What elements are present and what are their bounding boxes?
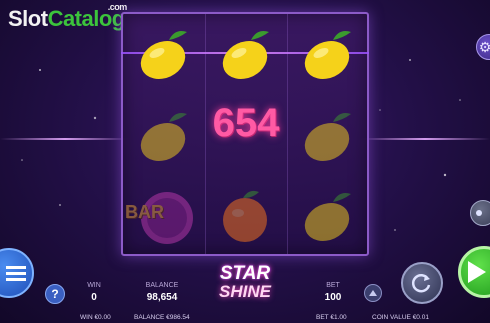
bet-label: BET <box>326 282 340 289</box>
bet-value: 100 <box>324 292 342 303</box>
lemon-icon <box>140 113 187 161</box>
lemon-icon <box>140 31 187 79</box>
lemon-icon <box>304 31 351 79</box>
question-icon: ? <box>51 287 59 301</box>
footer-win: WIN €0.00 <box>80 314 111 321</box>
gear-icon: ⚙ <box>478 38 490 55</box>
lemon-symbol <box>123 96 203 176</box>
info-button[interactable]: ? <box>45 284 65 304</box>
win-value: 0 <box>91 292 97 303</box>
slotcatalog-watermark: SlotCatalog .com <box>8 2 127 32</box>
watermark-slot: Slot <box>8 6 48 31</box>
orange-icon <box>223 190 267 242</box>
lemon-icon <box>304 193 351 241</box>
game-logo: STAR SHINE <box>205 263 285 301</box>
balance-value: 98,654 <box>146 292 178 303</box>
orange-symbol <box>205 176 285 256</box>
refresh-icon <box>411 274 431 293</box>
spin-button[interactable] <box>458 246 490 298</box>
footer-balance: BALANCE €986.54 <box>134 314 190 321</box>
bar-symbol: BAR <box>123 176 203 256</box>
lemon-icon <box>304 113 351 161</box>
footer-bet: BET €1.00 <box>316 314 347 321</box>
lemon-symbol <box>287 96 367 176</box>
lemon-symbol <box>123 14 203 94</box>
settings-button[interactable]: ⚙ <box>476 34 490 60</box>
bet-level-button[interactable] <box>364 284 382 302</box>
play-icon <box>468 261 486 283</box>
balance-label: BALANCE <box>145 282 179 289</box>
footer-coin-value: COIN VALUE €0.01 <box>372 314 429 321</box>
bar-symbol-text: BAR <box>125 202 164 222</box>
watermark-com: .com <box>107 2 128 12</box>
light-beam-right <box>360 138 490 140</box>
lemon-symbol <box>287 176 367 256</box>
game-logo-star: STAR <box>219 263 271 284</box>
game-logo-shine: SHINE <box>219 282 271 301</box>
dot-icon <box>476 210 482 216</box>
chevron-up-icon <box>369 290 377 296</box>
menu-button[interactable] <box>0 248 34 298</box>
win-amount-display: 654 <box>212 101 280 145</box>
lemon-symbol <box>287 14 367 94</box>
light-beam-left <box>0 138 130 140</box>
side-option-button[interactable] <box>470 200 490 226</box>
lemon-symbol <box>205 14 285 94</box>
win-label: WIN <box>87 282 101 289</box>
hamburger-icon <box>6 266 26 281</box>
autoplay-button[interactable] <box>401 262 443 304</box>
lemon-icon <box>222 31 269 79</box>
